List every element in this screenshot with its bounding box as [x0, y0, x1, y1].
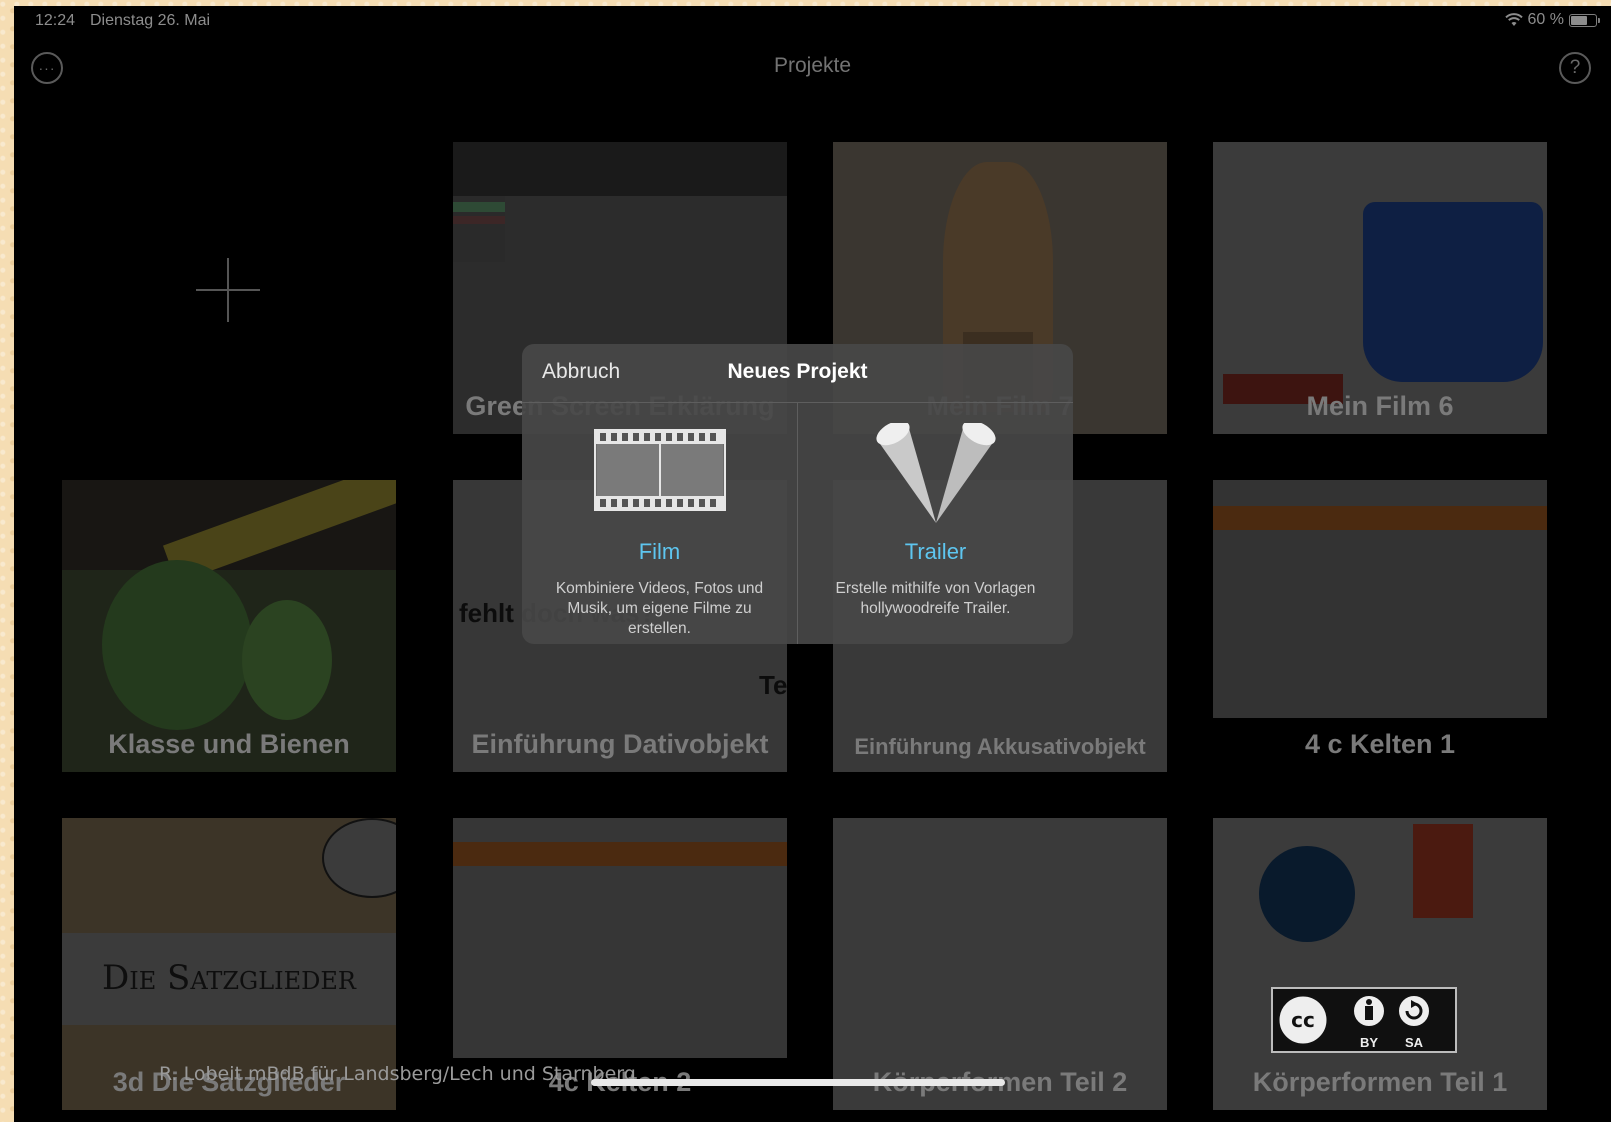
project-title: Körperformen Teil 1	[1252, 1067, 1508, 1097]
project-tile[interactable]: Mein Film 6	[1213, 142, 1547, 434]
film-option-description: Kombiniere Videos, Fotos und Musik, um e…	[555, 580, 764, 637]
project-tile[interactable]: Körperformen Teil 2	[833, 818, 1167, 1110]
status-date: Dienstag 26. Mai	[90, 12, 211, 29]
new-project-popover: Abbruch Neues Projekt Film Kombiniere Vi…	[522, 344, 1073, 644]
film-option[interactable]: Film Kombiniere Videos, Fotos und Musik,…	[522, 403, 797, 644]
home-indicator[interactable]	[591, 1079, 1005, 1086]
spotlight-icon	[875, 420, 996, 532]
question-circle-icon: ?	[1569, 57, 1581, 78]
cc-by-sa-icon: cc BY SA	[1271, 987, 1457, 1053]
sa-label: SA	[1405, 1035, 1424, 1050]
by-label: BY	[1360, 1035, 1378, 1050]
trailer-option-description: Erstelle mithilfe von Vorlagen hollywood…	[835, 580, 1036, 617]
thumbnail-text: Te	[759, 670, 787, 700]
credit-text: R. Lobeit mBdB für Landsberg/Lech und St…	[159, 1063, 636, 1085]
film-strip-icon	[593, 429, 726, 516]
project-tile[interactable]: Klasse und Bienen	[62, 480, 396, 772]
project-title: Klasse und Bienen	[108, 729, 350, 759]
help-button[interactable]: ?	[1559, 52, 1591, 84]
trailer-option-label: Trailer	[904, 539, 967, 564]
wifi-icon	[1504, 13, 1523, 27]
battery-percent: 60 %	[1527, 11, 1564, 28]
project-title: 4 c Kelten 1	[1304, 729, 1456, 759]
thumbnail-text: Die Satzglieder	[101, 958, 356, 998]
status-bar: 12:24 Dienstag 26. Mai 60 %	[14, 6, 1611, 36]
project-tile[interactable]: Körperformen Teil 1	[1213, 818, 1547, 1110]
status-time: 12:24	[35, 12, 76, 29]
project-tile[interactable]: 4 c Kelten 1	[1213, 480, 1547, 772]
status-indicators: 60 %	[1504, 11, 1600, 29]
popover-title: Neues Projekt	[727, 360, 868, 383]
ipad-screen: 12:24 Dienstag 26. Mai 60 % ··· Projekte…	[14, 6, 1611, 1122]
project-title: Einführung Dativobjekt	[471, 729, 769, 759]
project-title: Einführung Akkusativobjekt	[854, 734, 1146, 759]
page-title: Projekte	[773, 54, 852, 77]
popover-header: Abbruch Neues Projekt	[522, 344, 1073, 402]
battery-icon	[1569, 13, 1600, 27]
film-option-label: Film	[638, 539, 681, 564]
add-project-button[interactable]	[196, 258, 260, 322]
trailer-option[interactable]: Trailer Erstelle mithilfe von Vorlagen h…	[798, 403, 1073, 644]
project-title: Mein Film 6	[1306, 391, 1454, 421]
cc-label: cc	[1291, 1008, 1315, 1032]
